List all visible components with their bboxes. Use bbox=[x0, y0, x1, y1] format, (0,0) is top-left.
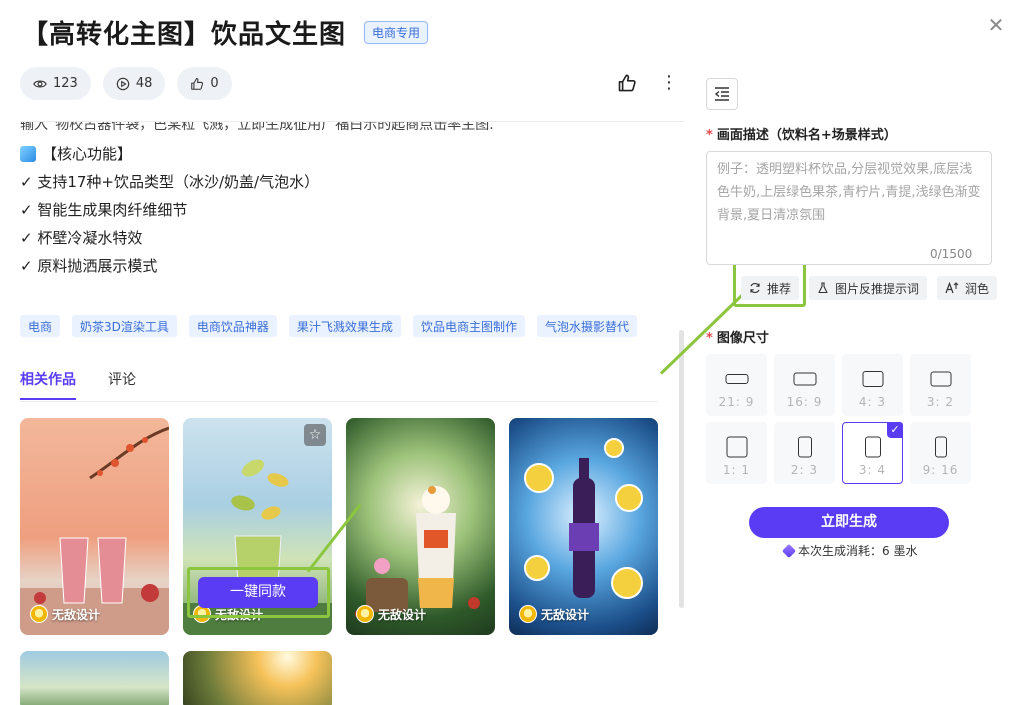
ratio-shape bbox=[934, 436, 947, 458]
star-icon[interactable]: ☆ bbox=[304, 424, 326, 446]
avatar bbox=[519, 605, 537, 623]
work-author: 无敌设计 bbox=[356, 605, 426, 623]
tabs-divider bbox=[20, 401, 658, 402]
scrollbar[interactable] bbox=[679, 330, 684, 608]
work-author: 无敌设计 bbox=[519, 605, 589, 623]
work-author: 无敌设计 bbox=[30, 605, 100, 623]
tag-list: 电商 奶茶3D渲染工具 电商饮品神器 果汁飞溅效果生成 饮品电商主图制作 气泡水… bbox=[20, 315, 680, 337]
tab-comments[interactable]: 评论 bbox=[108, 369, 136, 400]
tag[interactable]: 电商 bbox=[20, 315, 61, 337]
required-mark: * bbox=[706, 331, 713, 346]
work-card[interactable] bbox=[20, 651, 169, 705]
work-card[interactable] bbox=[183, 651, 332, 705]
outdent-icon bbox=[714, 87, 729, 101]
close-icon[interactable]: ✕ bbox=[985, 14, 1007, 36]
tag[interactable]: 果汁飞溅效果生成 bbox=[288, 315, 401, 337]
avatar bbox=[356, 605, 374, 623]
recommend-button[interactable]: 推荐 bbox=[741, 276, 800, 300]
more-options-icon[interactable]: ⋮ bbox=[660, 72, 678, 94]
category-badge: 电商专用 bbox=[364, 21, 429, 44]
play-icon bbox=[116, 77, 130, 90]
likes-count: 0 bbox=[210, 76, 219, 91]
views-stat[interactable]: 123 bbox=[20, 67, 91, 100]
stats-bar: 123 48 0 bbox=[20, 67, 232, 100]
uses-count: 48 bbox=[135, 76, 153, 91]
size-label: * 图像尺寸 bbox=[706, 331, 769, 346]
tag[interactable]: 气泡水摄影替代 bbox=[536, 315, 637, 337]
uses-stat[interactable]: 48 bbox=[102, 67, 166, 100]
prompt-tools: 推荐 图片反推提示词 润色 bbox=[741, 276, 998, 300]
ratio-shape bbox=[862, 371, 883, 387]
ratio-option[interactable]: 9: 16 bbox=[910, 422, 971, 484]
work-card[interactable]: 无敌设计 bbox=[20, 418, 169, 635]
work-card[interactable]: 无敌设计 bbox=[509, 418, 658, 635]
feature-item: ✓ 原料抛洒展示模式 bbox=[20, 257, 158, 275]
refresh-icon bbox=[750, 282, 760, 294]
page-title: 【高转化主图】饮品文生图 bbox=[22, 20, 347, 50]
cube-icon bbox=[20, 146, 36, 162]
ratio-option[interactable]: 4: 3 bbox=[842, 354, 903, 416]
work-card[interactable]: 无敌设计 bbox=[346, 418, 495, 635]
aspect-ratio-grid: 21: 9 16: 9 4: 3 3: 2 1: 1 2: 3 3: 4 ✓ 9:… bbox=[706, 354, 992, 484]
views-count: 123 bbox=[53, 76, 78, 91]
like-icon[interactable] bbox=[617, 73, 637, 93]
feature-heading: 【核心功能】 bbox=[20, 140, 684, 168]
feature-item: ✓ 支持17种+饮品类型（冰沙/奶盖/气泡水） bbox=[20, 173, 320, 191]
title-row: 【高转化主图】饮品文生图 电商专用 bbox=[22, 14, 429, 51]
avatar bbox=[30, 605, 48, 623]
image-to-prompt-button[interactable]: 图片反推提示词 bbox=[809, 276, 928, 300]
use-same-template-button[interactable]: 一键同款 bbox=[198, 577, 318, 608]
likes-stat[interactable]: 0 bbox=[177, 67, 232, 100]
ratio-shape bbox=[864, 436, 881, 458]
check-icon: ✓ bbox=[887, 422, 903, 438]
tag[interactable]: 电商饮品神器 bbox=[188, 315, 277, 337]
description-clipped-line: 输入“物校占器件袋，巴某粒飞溅，立即生成征用广福白示的起商点击率主图. bbox=[20, 122, 494, 133]
char-counter: 0/1500 bbox=[930, 247, 973, 261]
ratio-option[interactable]: 16: 9 bbox=[774, 354, 835, 416]
generate-button[interactable]: 立即生成 bbox=[749, 507, 949, 538]
feature-item: ✓ 杯壁冷凝水特效 bbox=[20, 229, 143, 247]
tab-related-works[interactable]: 相关作品 bbox=[20, 369, 76, 400]
work-thumbnail bbox=[524, 438, 643, 599]
polish-button[interactable]: 润色 bbox=[937, 276, 998, 300]
required-mark: * bbox=[706, 128, 713, 143]
ratio-option[interactable]: 21: 9 bbox=[706, 354, 767, 416]
ratio-option[interactable]: 1: 1 bbox=[706, 422, 767, 484]
tag[interactable]: 奶茶3D渲染工具 bbox=[72, 315, 177, 337]
ratio-shape bbox=[726, 436, 747, 458]
ratio-option[interactable]: 3: 2 bbox=[910, 354, 971, 416]
content-tabs: 相关作品 评论 bbox=[20, 369, 136, 400]
ratio-option[interactable]: 2: 3 bbox=[774, 422, 835, 484]
ratio-option-selected[interactable]: 3: 4 ✓ bbox=[842, 422, 903, 484]
flask-icon bbox=[818, 282, 828, 294]
tag[interactable]: 饮品电商主图制作 bbox=[412, 315, 525, 337]
ink-icon bbox=[781, 543, 797, 558]
ratio-shape bbox=[793, 372, 816, 386]
work-thumbnail bbox=[355, 486, 480, 619]
work-thumbnail bbox=[20, 426, 169, 635]
collapse-panel-button[interactable] bbox=[706, 78, 738, 110]
text-magic-icon bbox=[945, 282, 959, 294]
template-description: 输入“物校占器件袋，巴某粒飞溅，立即生成征用广福白示的起商点击率主图. 【核心功… bbox=[20, 122, 684, 300]
generation-cost: 本次生成消耗：6 墨水 bbox=[781, 542, 917, 559]
thumb-up-icon bbox=[191, 77, 204, 90]
ratio-shape bbox=[930, 371, 951, 387]
prompt-label: * 画面描述（饮料名+场景样式） bbox=[706, 128, 897, 143]
ratio-shape bbox=[725, 374, 748, 384]
eye-icon bbox=[33, 79, 47, 88]
ratio-shape bbox=[797, 436, 812, 458]
feature-item: ✓ 智能生成果肉纤维细节 bbox=[20, 201, 188, 219]
